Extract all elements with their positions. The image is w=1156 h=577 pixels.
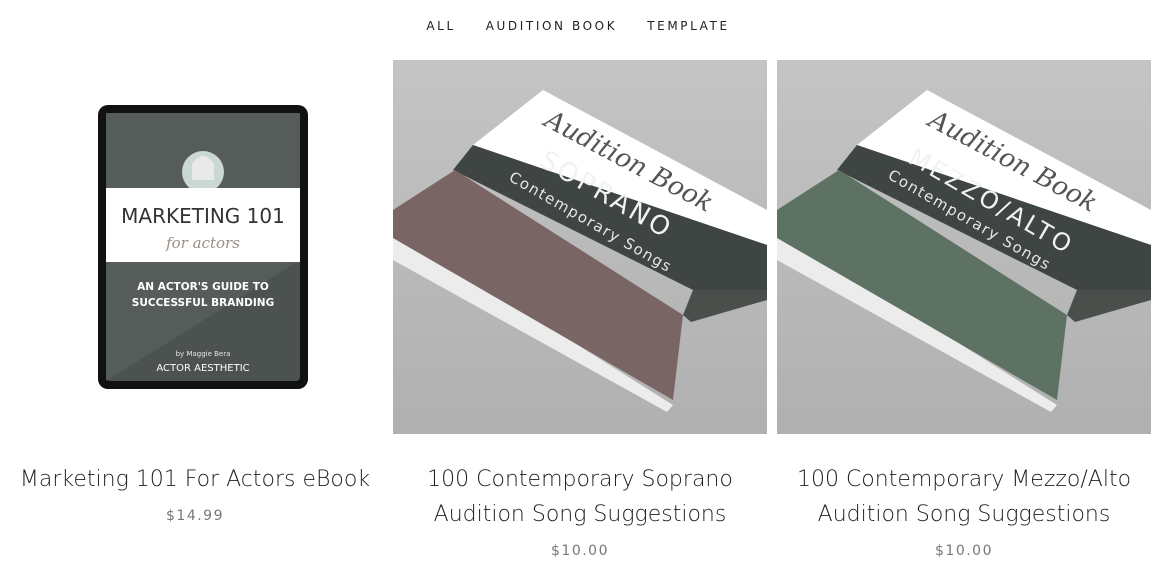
product-image-marketing-ebook[interactable]: MARKETING 101 for actors AN ACTOR'S GUID… [8, 60, 382, 434]
product-card-mezzo-alto: Audition Book MEZZO/ALTO Contemporary So… [777, 60, 1152, 577]
cover-brand: ACTOR AESTHETIC [156, 363, 249, 374]
cover-byline: by Maggie Bera [176, 350, 231, 358]
cover-script: for actors [165, 234, 240, 252]
product-title[interactable]: Marketing 101 For Actors eBook [8, 462, 382, 497]
filter-audition-book-link[interactable]: AUDITION BOOK [486, 19, 617, 33]
filter-template-link[interactable]: TEMPLATE [647, 19, 729, 33]
category-filter-nav: ALL AUDITION BOOK TEMPLATE [0, 0, 1156, 52]
product-price: $14.99 [166, 508, 224, 524]
product-title-line-1: 100 Contemporary Mezzo/Alto [796, 467, 1132, 492]
product-title[interactable]: 100 Contemporary Soprano Audition Song S… [393, 462, 767, 532]
product-title-line-2: Audition Song Suggestions [433, 502, 727, 527]
product-card-marketing-ebook: MARKETING 101 for actors AN ACTOR'S GUID… [8, 60, 383, 577]
product-image-soprano-book[interactable]: Audition Book SOPRANO Contemporary Songs [393, 60, 767, 434]
product-title[interactable]: 100 Contemporary Mezzo/Alto Audition Son… [777, 462, 1151, 532]
cover-headline: MARKETING 101 [121, 204, 285, 228]
product-price: $10.00 [551, 543, 609, 559]
product-card-soprano: Audition Book SOPRANO Contemporary Songs… [393, 60, 768, 577]
filter-all-link[interactable]: ALL [426, 19, 455, 33]
product-image-mezzo-alto-book[interactable]: Audition Book MEZZO/ALTO Contemporary So… [777, 60, 1151, 434]
product-title-line-2: Audition Song Suggestions [817, 502, 1111, 527]
cover-subtitle-2: SUCCESSFUL BRANDING [132, 297, 274, 309]
cover-subtitle-1: AN ACTOR'S GUIDE TO [137, 281, 269, 293]
product-title-line-1: 100 Contemporary Soprano [427, 467, 733, 492]
product-grid: MARKETING 101 for actors AN ACTOR'S GUID… [8, 60, 1151, 577]
product-price: $10.00 [935, 543, 993, 559]
